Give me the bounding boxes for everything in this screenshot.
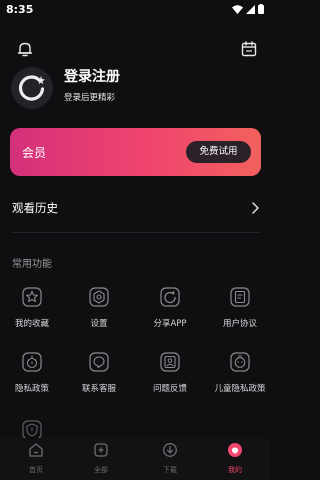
feature-label: 分享APP: [153, 319, 187, 329]
settings-icon: [89, 287, 109, 307]
bell-icon[interactable]: [16, 40, 34, 58]
wifi-icon: [232, 4, 243, 14]
all-icon: [94, 443, 108, 457]
watch-history-row[interactable]: 观看历史: [0, 190, 270, 226]
login-subtitle: 登录后更精彩: [64, 93, 116, 103]
feature-favorites[interactable]: 我的收藏: [0, 287, 64, 335]
vip-label: 会员: [22, 146, 47, 160]
feature-label: 我的收藏: [14, 319, 49, 329]
avatar[interactable]: [11, 67, 53, 109]
nav-all[interactable]: 全部: [71, 438, 131, 480]
feature-privacy-policy[interactable]: 隐私政策: [0, 352, 64, 400]
free-trial-button[interactable]: 免费试用: [186, 141, 251, 163]
feature-settings[interactable]: 设置: [67, 287, 131, 335]
feature-label: 用户协议: [222, 319, 257, 329]
watch-history-label: 观看历史: [12, 201, 58, 215]
nav-download[interactable]: 下载: [140, 438, 200, 480]
status-bar: 8:35: [0, 0, 270, 20]
profile-icon: [228, 443, 242, 457]
feature-child-privacy-policy[interactable]: 儿童隐私政策: [208, 352, 272, 400]
avatar-logo-icon: [18, 75, 45, 101]
status-time: 8:35: [6, 3, 34, 16]
document-icon: [230, 287, 250, 307]
nav-label: 全部: [94, 466, 108, 474]
child-privacy-icon: [230, 352, 250, 372]
feature-label: 儿童隐私政策: [214, 384, 266, 394]
calendar-icon[interactable]: [240, 40, 258, 58]
section-title: 常用功能: [12, 259, 52, 270]
battery-icon: [258, 4, 264, 14]
feature-user-agreement[interactable]: 用户协议: [208, 287, 272, 335]
nav-mine[interactable]: 我的: [205, 438, 265, 480]
feature-customer-service[interactable]: 联系客服: [67, 352, 131, 400]
share-icon: [160, 287, 180, 307]
feature-label: 联系客服: [81, 384, 116, 394]
privacy-icon: [22, 352, 42, 372]
nav-label: 首页: [29, 466, 43, 474]
status-icons: [232, 4, 264, 14]
feature-label: 隐私政策: [14, 384, 49, 394]
vip-banner[interactable]: 会员 免费试用: [10, 128, 261, 176]
feature-feedback[interactable]: 问题反馈: [138, 352, 202, 400]
feature-share-app[interactable]: 分享APP: [138, 287, 202, 335]
nav-label: 下载: [163, 466, 177, 474]
star-icon: [22, 287, 42, 307]
nav-label: 我的: [228, 466, 242, 474]
home-icon: [29, 443, 43, 457]
feature-label: 问题反馈: [152, 384, 187, 394]
shield-icon[interactable]: [22, 420, 42, 440]
divider: [12, 232, 260, 233]
customer-service-icon: [89, 352, 109, 372]
chevron-right-icon: [252, 202, 259, 214]
feedback-icon: [160, 352, 180, 372]
nav-home[interactable]: 首页: [6, 438, 66, 480]
download-icon: [163, 443, 177, 457]
signal-icon: [246, 4, 255, 14]
feature-label: 设置: [90, 319, 108, 329]
bottom-nav: 首页 全部 下载 我的: [0, 438, 270, 480]
login-register-title[interactable]: 登录注册: [64, 66, 120, 86]
